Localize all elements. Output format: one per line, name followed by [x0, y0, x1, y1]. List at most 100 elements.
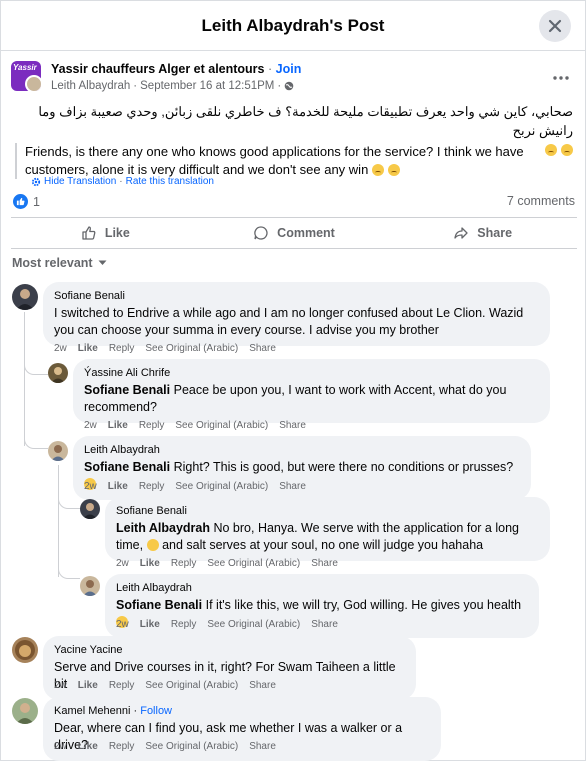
comment-button[interactable]: Comment — [200, 218, 389, 248]
comment-like-button[interactable]: Like — [78, 680, 98, 691]
person-icon — [51, 445, 65, 461]
close-icon — [548, 19, 562, 33]
avatar[interactable] — [12, 284, 38, 310]
rate-translation-link[interactable]: Rate this translation — [126, 176, 214, 187]
see-original-link[interactable]: See Original (Arabic) — [145, 343, 238, 354]
mention-link[interactable]: Sofiane Benali — [84, 460, 170, 474]
mention-link[interactable]: Sofiane Benali — [84, 383, 170, 397]
separator: · — [277, 80, 282, 92]
comment-reply-button[interactable]: Reply — [171, 558, 197, 569]
close-button[interactable] — [539, 10, 571, 42]
more-options-button[interactable] — [553, 67, 569, 85]
comment-label: Comment — [277, 226, 335, 240]
avatar[interactable] — [80, 576, 100, 596]
join-button[interactable]: Join — [276, 62, 302, 76]
see-original-link[interactable]: See Original (Arabic) — [145, 741, 238, 752]
comment-sort-dropdown[interactable]: Most relevant — [12, 256, 107, 270]
comment-share-button[interactable]: Share — [311, 619, 338, 630]
post-dialog: Leith Albaydrah's Post Yassir Yassir cha… — [0, 0, 586, 761]
comment-author-link[interactable]: Kamel Mehenni — [54, 705, 130, 717]
comment-author-link[interactable]: Sofiane Benali — [54, 289, 539, 303]
separator: · — [133, 80, 138, 92]
like-reaction-icon[interactable] — [13, 194, 28, 209]
mention-link[interactable]: Leith Albaydrah — [116, 521, 210, 535]
comment-author-link[interactable]: Ýassine Ali Chrife — [84, 366, 539, 380]
comment-like-button[interactable]: Like — [78, 741, 98, 752]
sort-label: Most relevant — [12, 256, 93, 270]
comment-time[interactable]: 2w — [54, 343, 67, 354]
post-header: Yassir Yassir chauffeurs Alger et alento… — [11, 59, 577, 95]
comment-like-button[interactable]: Like — [108, 481, 128, 492]
comment-author-line: Kamel Mehenni · Follow — [54, 705, 173, 717]
thread-connector — [24, 363, 48, 375]
see-original-link[interactable]: See Original (Arabic) — [207, 558, 300, 569]
person-icon — [16, 289, 34, 310]
comment-reply-button[interactable]: Reply — [139, 420, 165, 431]
group-avatar[interactable]: Yassir — [11, 61, 41, 91]
comment-time[interactable]: 2w — [54, 680, 67, 691]
gear-icon[interactable] — [31, 177, 41, 187]
avatar[interactable] — [48, 363, 68, 383]
comment-author-link[interactable]: Leith Albaydrah — [116, 581, 528, 595]
comment-reply-button[interactable]: Reply — [109, 680, 135, 691]
comment-share-button[interactable]: Share — [249, 680, 276, 691]
like-label: Like — [104, 226, 130, 240]
comment-actions: 2w Like Reply See Original (Arabic) Shar… — [54, 741, 276, 752]
comments-count-link[interactable]: 7 comments — [507, 194, 575, 208]
author-mini-avatar[interactable] — [25, 75, 41, 91]
reaction-count[interactable]: 1 — [33, 195, 40, 209]
comment-author-link[interactable]: Sofiane Benali — [116, 504, 539, 518]
comment-share-button[interactable]: Share — [279, 481, 306, 492]
comment-author-link[interactable]: Leith Albaydrah — [84, 443, 520, 457]
comment-text-continued: and salt serves at your soul, no one wil… — [162, 538, 484, 552]
comment-time[interactable]: 2w — [116, 619, 129, 630]
thread-connector — [58, 567, 80, 579]
see-original-link[interactable]: See Original (Arabic) — [175, 420, 268, 431]
comment-time[interactable]: 2w — [116, 558, 129, 569]
comment-reply-button[interactable]: Reply — [109, 741, 135, 752]
comment-reply-button[interactable]: Reply — [139, 481, 165, 492]
person-icon — [16, 703, 34, 724]
comment-share-button[interactable]: Share — [311, 558, 338, 569]
comment-time[interactable]: 2w — [84, 481, 97, 492]
comment-reply-button[interactable]: Reply — [171, 619, 197, 630]
follow-button[interactable]: Follow — [140, 705, 172, 717]
comment-share-button[interactable]: Share — [249, 741, 276, 752]
comment-reply-button[interactable]: Reply — [109, 343, 135, 354]
comment-share-button[interactable]: Share — [279, 420, 306, 431]
group-name-link[interactable]: Yassir chauffeurs Alger et alentours — [51, 62, 265, 76]
person-icon — [83, 580, 97, 596]
comment-actions: 2w Like Reply See Original (Arabic) Shar… — [116, 619, 338, 630]
share-button[interactable]: Share — [388, 218, 577, 248]
comment-share-button[interactable]: Share — [249, 343, 276, 354]
avatar[interactable] — [48, 441, 68, 461]
author-name-link[interactable]: Leith Albaydrah — [51, 80, 130, 92]
post-date-link[interactable]: September 16 at 12:51PM — [140, 80, 274, 92]
comment-like-button[interactable]: Like — [140, 619, 160, 630]
thumbs-up-outline-icon — [82, 226, 96, 240]
avatar[interactable] — [80, 499, 100, 519]
hide-translation-link[interactable]: Hide Translation — [44, 176, 116, 187]
comment-like-button[interactable]: Like — [108, 420, 128, 431]
see-original-link[interactable]: See Original (Arabic) — [207, 619, 300, 630]
avatar[interactable] — [12, 698, 38, 724]
like-button[interactable]: Like — [11, 218, 200, 248]
comment-actions: 2w Like Reply See Original (Arabic) Shar… — [84, 481, 306, 492]
comment-time[interactable]: 2w — [54, 741, 67, 752]
comment-bubble: Sofiane Benali Leith Albaydrah No bro, H… — [105, 497, 550, 561]
dialog-header: Leith Albaydrah's Post — [1, 1, 585, 51]
see-original-link[interactable]: See Original (Arabic) — [175, 481, 268, 492]
comment-text: If it's like this, we will try, God will… — [205, 598, 522, 612]
comment-author-link[interactable]: Yacine Yacine — [54, 643, 405, 657]
comment-bubble-icon — [254, 226, 268, 240]
avatar[interactable] — [12, 637, 38, 663]
comment-actions: 2w Like Reply See Original (Arabic) Shar… — [54, 680, 276, 691]
comment-like-button[interactable]: Like — [78, 343, 98, 354]
share-label: Share — [477, 226, 513, 240]
mention-link[interactable]: Sofiane Benali — [116, 598, 202, 612]
comment-time[interactable]: 2w — [84, 420, 97, 431]
dialog-title: Leith Albaydrah's Post — [201, 16, 385, 35]
translation-body: Friends, is there any one who knows good… — [25, 144, 524, 177]
see-original-link[interactable]: See Original (Arabic) — [145, 680, 238, 691]
comment-like-button[interactable]: Like — [140, 558, 160, 569]
